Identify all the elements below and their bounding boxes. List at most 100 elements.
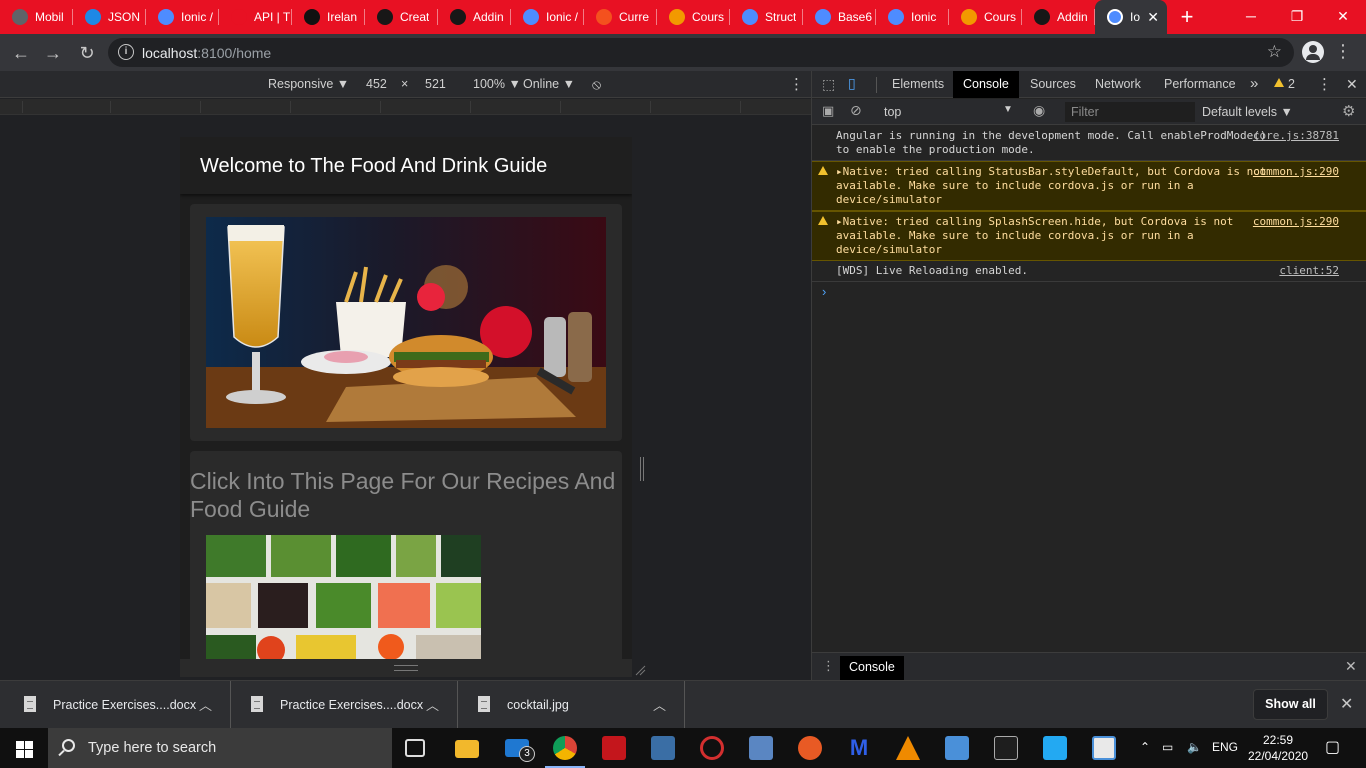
browser-tab[interactable]: Addin <box>1022 0 1095 34</box>
more-tabs-button[interactable]: » <box>1250 75 1258 92</box>
close-downloads-icon[interactable]: ✕ <box>1340 694 1353 714</box>
device-more-icon[interactable]: ⋮ <box>789 75 804 93</box>
recipes-card[interactable]: Click Into This Page For Our Recipes And… <box>190 451 622 659</box>
log-levels-dropdown[interactable]: Default levels ▼ <box>1202 105 1293 119</box>
close-drawer-icon[interactable]: ✕ <box>1345 658 1357 675</box>
paint-icon[interactable] <box>1092 736 1116 760</box>
image-viewer-icon[interactable] <box>749 736 773 760</box>
browser-tab[interactable]: Mobil <box>0 0 73 34</box>
browser-tab[interactable]: Struct <box>730 0 803 34</box>
show-all-button[interactable]: Show all <box>1253 689 1328 720</box>
context-selector[interactable]: top <box>884 105 901 119</box>
context-chevron-icon[interactable]: ▼ <box>1003 104 1013 115</box>
browser-tab[interactable]: Irelan <box>292 0 365 34</box>
viewport-resize-handle-right[interactable] <box>640 457 644 481</box>
sidebar-toggle-icon[interactable]: ▣ <box>822 103 834 119</box>
forward-button[interactable]: → <box>40 40 66 66</box>
ox-app-icon[interactable] <box>602 736 626 760</box>
clear-console-icon[interactable]: ⊘ <box>850 102 862 119</box>
chrome-icon[interactable] <box>553 736 577 760</box>
vlc-icon[interactable] <box>896 736 920 760</box>
blocked-app-icon[interactable] <box>700 736 724 760</box>
minimize-button[interactable]: ─ <box>1228 0 1274 32</box>
info-icon[interactable]: i <box>118 44 134 60</box>
back-button[interactable]: ← <box>8 40 34 66</box>
browser-tab[interactable]: Creat <box>365 0 438 34</box>
height-input[interactable]: 521 <box>425 77 446 91</box>
virtualbox-icon[interactable] <box>945 736 969 760</box>
devtools-tab-performance[interactable]: Performance <box>1154 71 1246 98</box>
inspect-element-icon[interactable]: ⬚ <box>822 76 835 93</box>
browser-tab[interactable]: Ionic / <box>511 0 584 34</box>
browser-tab[interactable]: Cours <box>949 0 1022 34</box>
devtools-tab-sources[interactable]: Sources <box>1020 71 1086 98</box>
profile-avatar[interactable] <box>1302 41 1324 63</box>
bookmark-star-icon[interactable]: ☆ <box>1267 42 1282 62</box>
address-bar[interactable]: i localhost:8100/home ☆ <box>108 38 1294 67</box>
reload-button[interactable]: ↻ <box>74 40 100 66</box>
console-message[interactable]: ▸Native: tried calling SplashScreen.hide… <box>812 211 1366 261</box>
download-item[interactable]: Practice Exercises....docx ︿ <box>4 681 231 729</box>
drawer-console-tab[interactable]: Console <box>840 656 904 680</box>
console-prompt[interactable]: › <box>812 282 1366 302</box>
console-message[interactable]: ▸Native: tried calling StatusBar.styleDe… <box>812 161 1366 211</box>
live-expression-eye-icon[interactable]: ◉ <box>1033 102 1045 119</box>
r-studio-icon[interactable] <box>651 736 675 760</box>
devtools-menu-icon[interactable]: ⋮ <box>1317 75 1332 93</box>
browser-tab[interactable]: Ionic <box>876 0 949 34</box>
viewport-resize-handle-bottom[interactable] <box>180 659 632 677</box>
food-drink-card[interactable] <box>190 204 622 441</box>
terminal-icon[interactable] <box>994 736 1018 760</box>
taskbar-search[interactable]: Type here to search <box>48 728 392 768</box>
message-source-link[interactable]: common.js:290 <box>1253 215 1339 229</box>
chevron-up-icon[interactable]: ︿ <box>199 695 212 714</box>
responsive-dropdown[interactable]: Responsive ▼ <box>268 77 349 91</box>
notifications-icon[interactable]: ▢ <box>1325 737 1340 757</box>
vscode-icon[interactable] <box>1043 736 1067 760</box>
language-indicator[interactable]: ENG <box>1212 740 1238 754</box>
browser-tab[interactable]: Cours <box>657 0 730 34</box>
browser-tab[interactable]: API | T <box>219 0 292 34</box>
download-item[interactable]: cocktail.jpg ︿ <box>458 681 685 729</box>
chrome-menu-icon[interactable]: ⋮ <box>1334 42 1352 60</box>
rotate-icon[interactable]: ⦸ <box>592 76 601 93</box>
width-input[interactable]: 452 <box>366 77 387 91</box>
download-item[interactable]: Practice Exercises....docx ︿ <box>231 681 458 729</box>
message-source-link[interactable]: core.js:38781 <box>1253 129 1339 143</box>
browser-tab[interactable]: JSON <box>73 0 146 34</box>
media-query-ruler[interactable] <box>0 99 811 115</box>
console-message[interactable]: [WDS] Live Reloading enabled. client:52 <box>812 261 1366 282</box>
console-filter-input[interactable] <box>1065 102 1195 122</box>
devtools-tab-elements[interactable]: Elements <box>882 71 954 98</box>
clock[interactable]: 22:59 22/04/2020 <box>1248 732 1308 764</box>
viewport-resize-corner[interactable] <box>634 663 646 676</box>
drawer-menu-icon[interactable]: ⋮ <box>822 658 835 674</box>
malwarebytes-icon[interactable]: M <box>847 736 871 760</box>
console-message[interactable]: Angular is running in the development mo… <box>812 126 1366 161</box>
browser-tab[interactable]: Ionic / <box>146 0 219 34</box>
browser-tab[interactable]: Base6 <box>803 0 876 34</box>
browser-tab[interactable]: Curre <box>584 0 657 34</box>
console-settings-gear-icon[interactable]: ⚙ <box>1342 102 1355 120</box>
close-window-button[interactable]: ✕ <box>1320 0 1366 32</box>
file-explorer-icon[interactable] <box>455 740 479 758</box>
network-dropdown[interactable]: Online ▼ <box>523 77 575 91</box>
close-tab-icon[interactable]: ✕ <box>1147 9 1159 26</box>
chevron-up-icon[interactable]: ︿ <box>426 695 439 714</box>
new-tab-button[interactable]: + <box>1167 0 1207 34</box>
message-source-link[interactable]: client:52 <box>1279 264 1339 278</box>
task-view-icon[interactable] <box>405 739 425 757</box>
restore-button[interactable]: ❐ <box>1274 0 1320 32</box>
volume-icon[interactable]: 🔈 <box>1187 740 1202 754</box>
url-text[interactable]: localhost:8100/home <box>142 45 271 61</box>
tray-overflow-icon[interactable]: ⌃ <box>1140 740 1150 754</box>
zoom-dropdown[interactable]: 100% ▼ <box>473 77 521 91</box>
device-toggle-icon[interactable]: ▯ <box>848 75 856 92</box>
close-devtools-icon[interactable]: ✕ <box>1346 76 1358 93</box>
devtools-tab-network[interactable]: Network <box>1085 71 1151 98</box>
devtools-tab-console[interactable]: Console <box>953 71 1019 98</box>
tab-active[interactable]: Io ✕ <box>1095 0 1167 34</box>
chevron-up-icon[interactable]: ︿ <box>653 695 666 714</box>
start-button[interactable] <box>0 728 48 768</box>
battery-icon[interactable]: ▭ <box>1162 740 1173 754</box>
